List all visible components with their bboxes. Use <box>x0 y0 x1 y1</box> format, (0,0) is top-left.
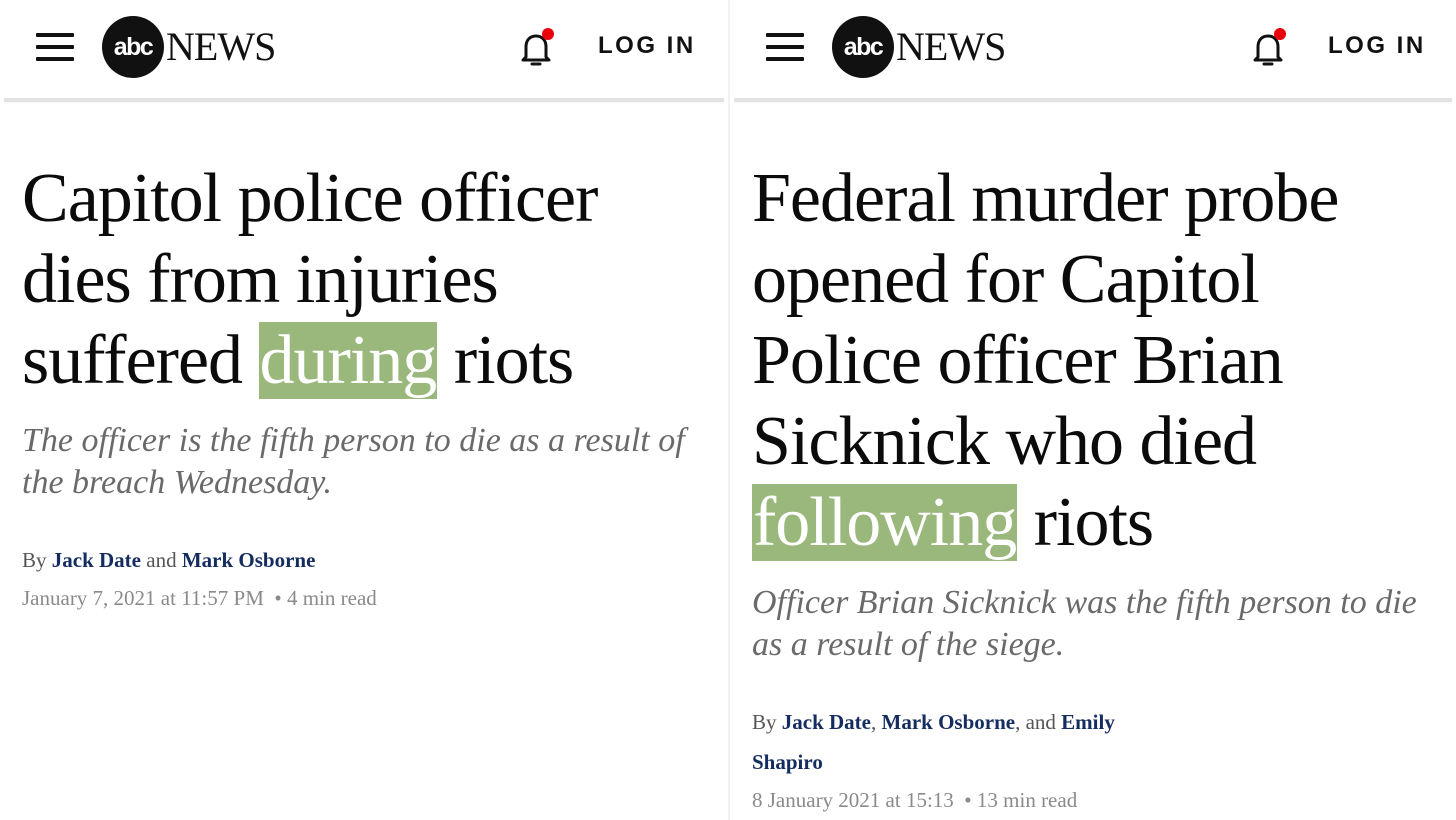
login-button[interactable]: LOG IN <box>598 32 696 60</box>
article-subheadline: The officer is the fifth person to die a… <box>22 422 685 501</box>
notification-bell-icon[interactable] <box>514 26 558 70</box>
logo-text: NEWS <box>166 24 276 69</box>
author-link[interactable]: Jack Date <box>52 548 141 572</box>
hamburger-menu-icon[interactable] <box>766 33 806 63</box>
headline-text: Federal murder probe opened for Capitol … <box>752 160 1339 480</box>
byline-prefix: By <box>22 548 47 572</box>
read-time: • 4 min read <box>274 586 377 610</box>
author-link[interactable]: Emily <box>1061 710 1115 734</box>
author-link[interactable]: Mark Osborne <box>882 710 1016 734</box>
article-headline: Federal murder probe opened for Capitol … <box>752 158 1442 563</box>
publish-date: 8 January 2021 at 15:13 <box>752 788 954 812</box>
byline-continued: Shapiro <box>752 750 823 775</box>
abc-news-logo[interactable]: abc NEWS <box>102 16 302 80</box>
logo-text: NEWS <box>896 24 1006 69</box>
site-header: abc NEWS LOG IN <box>4 0 724 102</box>
byline-prefix: By <box>752 710 777 734</box>
notification-dot <box>542 28 554 40</box>
screenshot-left: abc NEWS LOG IN Capitol police officer d… <box>0 0 728 820</box>
publish-date: January 7, 2021 at 11:57 PM <box>22 586 264 610</box>
logo-mark: abc <box>832 16 894 78</box>
byline-separator: , <box>871 710 877 734</box>
headline-text-end: riots <box>1017 484 1154 561</box>
author-link[interactable]: Mark Osborne <box>182 548 316 572</box>
byline-separator: , and <box>1015 710 1056 734</box>
read-time: • 13 min read <box>964 788 1078 812</box>
article-meta: January 7, 2021 at 11:57 PM • 4 min read <box>22 586 377 611</box>
site-header: abc NEWS LOG IN <box>734 0 1452 102</box>
article-meta: 8 January 2021 at 15:13 • 13 min read <box>752 788 1077 813</box>
article-subheadline: Officer Brian Sicknick was the fifth per… <box>752 584 1417 663</box>
logo-mark: abc <box>102 16 164 78</box>
author-link[interactable]: Shapiro <box>752 750 823 774</box>
login-button[interactable]: LOG IN <box>1328 32 1426 60</box>
screenshot-right: abc NEWS LOG IN Federal murder probe ope… <box>730 0 1456 820</box>
author-link[interactable]: Jack Date <box>782 710 871 734</box>
article-headline: Capitol police officer dies from injurie… <box>22 158 712 401</box>
byline: By Jack Date, Mark Osborne, and Emily <box>752 710 1115 735</box>
abc-news-logo[interactable]: abc NEWS <box>832 16 1032 80</box>
headline-text-end: riots <box>437 322 574 399</box>
byline: By Jack Date and Mark Osborne <box>22 548 315 573</box>
notification-bell-icon[interactable] <box>1246 26 1290 70</box>
hamburger-menu-icon[interactable] <box>36 33 76 63</box>
highlighted-word: following <box>752 484 1017 561</box>
byline-join: and <box>146 548 177 572</box>
notification-dot <box>1274 28 1286 40</box>
highlighted-word: during <box>258 322 438 399</box>
